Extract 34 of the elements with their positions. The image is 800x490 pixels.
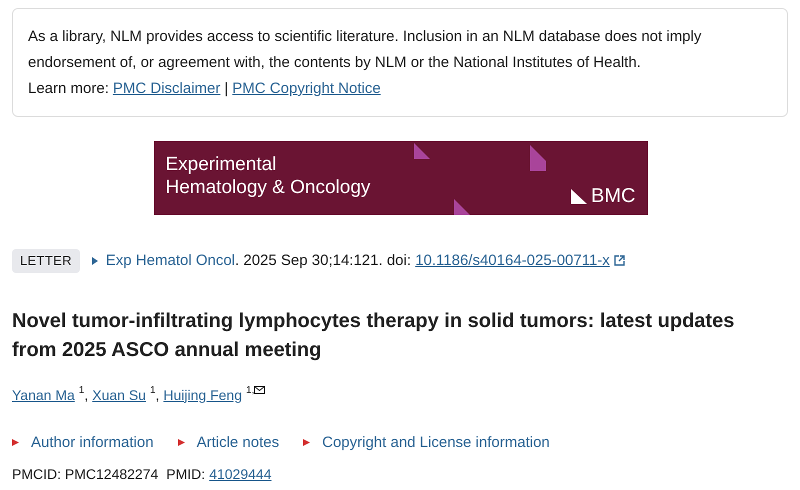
author-link[interactable]: Yanan Ma: [12, 384, 75, 406]
pmid-link[interactable]: 41029444: [209, 464, 272, 485]
notice-text: As a library, NLM provides access to scientific literature. Inclusion in an NLM database does not imply endorsement of, or agreement with, the contents by NLM or the National Institutes of Health.: [28, 27, 702, 73]
author-separator: ,: [156, 386, 160, 404]
affiliation-mark: 1,: [246, 384, 266, 396]
article-type-badge: LETTER: [12, 249, 80, 272]
publisher-name: BMC: [591, 185, 636, 207]
notice-link[interactable]: PMC Disclaimer: [112, 76, 220, 102]
affiliation-mark: 1: [78, 384, 84, 396]
triangle-icon: [303, 439, 310, 446]
separator: |: [224, 79, 228, 99]
pmid-label: PMID:: [166, 465, 206, 484]
triangle-icon: [92, 256, 98, 265]
section-toggle[interactable]: Author information: [12, 432, 154, 454]
learn-more-label: Learn more:: [28, 79, 109, 99]
affiliation-mark: 1: [150, 384, 156, 396]
author-separator: ,: [84, 386, 88, 404]
author-link[interactable]: Huijing Feng: [163, 384, 242, 406]
triangle-icon: [178, 439, 185, 446]
external-link-icon: [614, 255, 625, 266]
pmcid-text: PMCID: PMC12482274: [12, 465, 158, 484]
author-link[interactable]: Xuan Su: [92, 384, 146, 406]
article-title: Novel tumor-infiltrating lymphocytes therapy in solid tumors: latest updates from 2025 ASCO annual meeting: [12, 308, 736, 362]
journal-link[interactable]: Exp Hematol Oncol: [106, 252, 236, 268]
journal-name: Experimental: [166, 153, 278, 176]
journal-banner[interactable]: Experimental Hematology & Oncology BMC: [154, 141, 648, 215]
publisher-logo-icon: [571, 188, 588, 204]
section-toggle[interactable]: Copyright and License information: [303, 432, 550, 454]
journal-name: Hematology & Oncology: [166, 176, 370, 199]
citation-text: Exp Hematol Oncol. 2025 Sep 30;14:121. doi: 10.1186/s40164-025-00711-x: [106, 250, 610, 270]
notice-link[interactable]: PMC Copyright Notice: [232, 76, 381, 102]
section-toggle[interactable]: Article notes: [178, 432, 280, 454]
doi-link[interactable]: 10.1186/s40164-025-00711-x: [415, 252, 610, 268]
triangle-icon: [12, 439, 19, 446]
